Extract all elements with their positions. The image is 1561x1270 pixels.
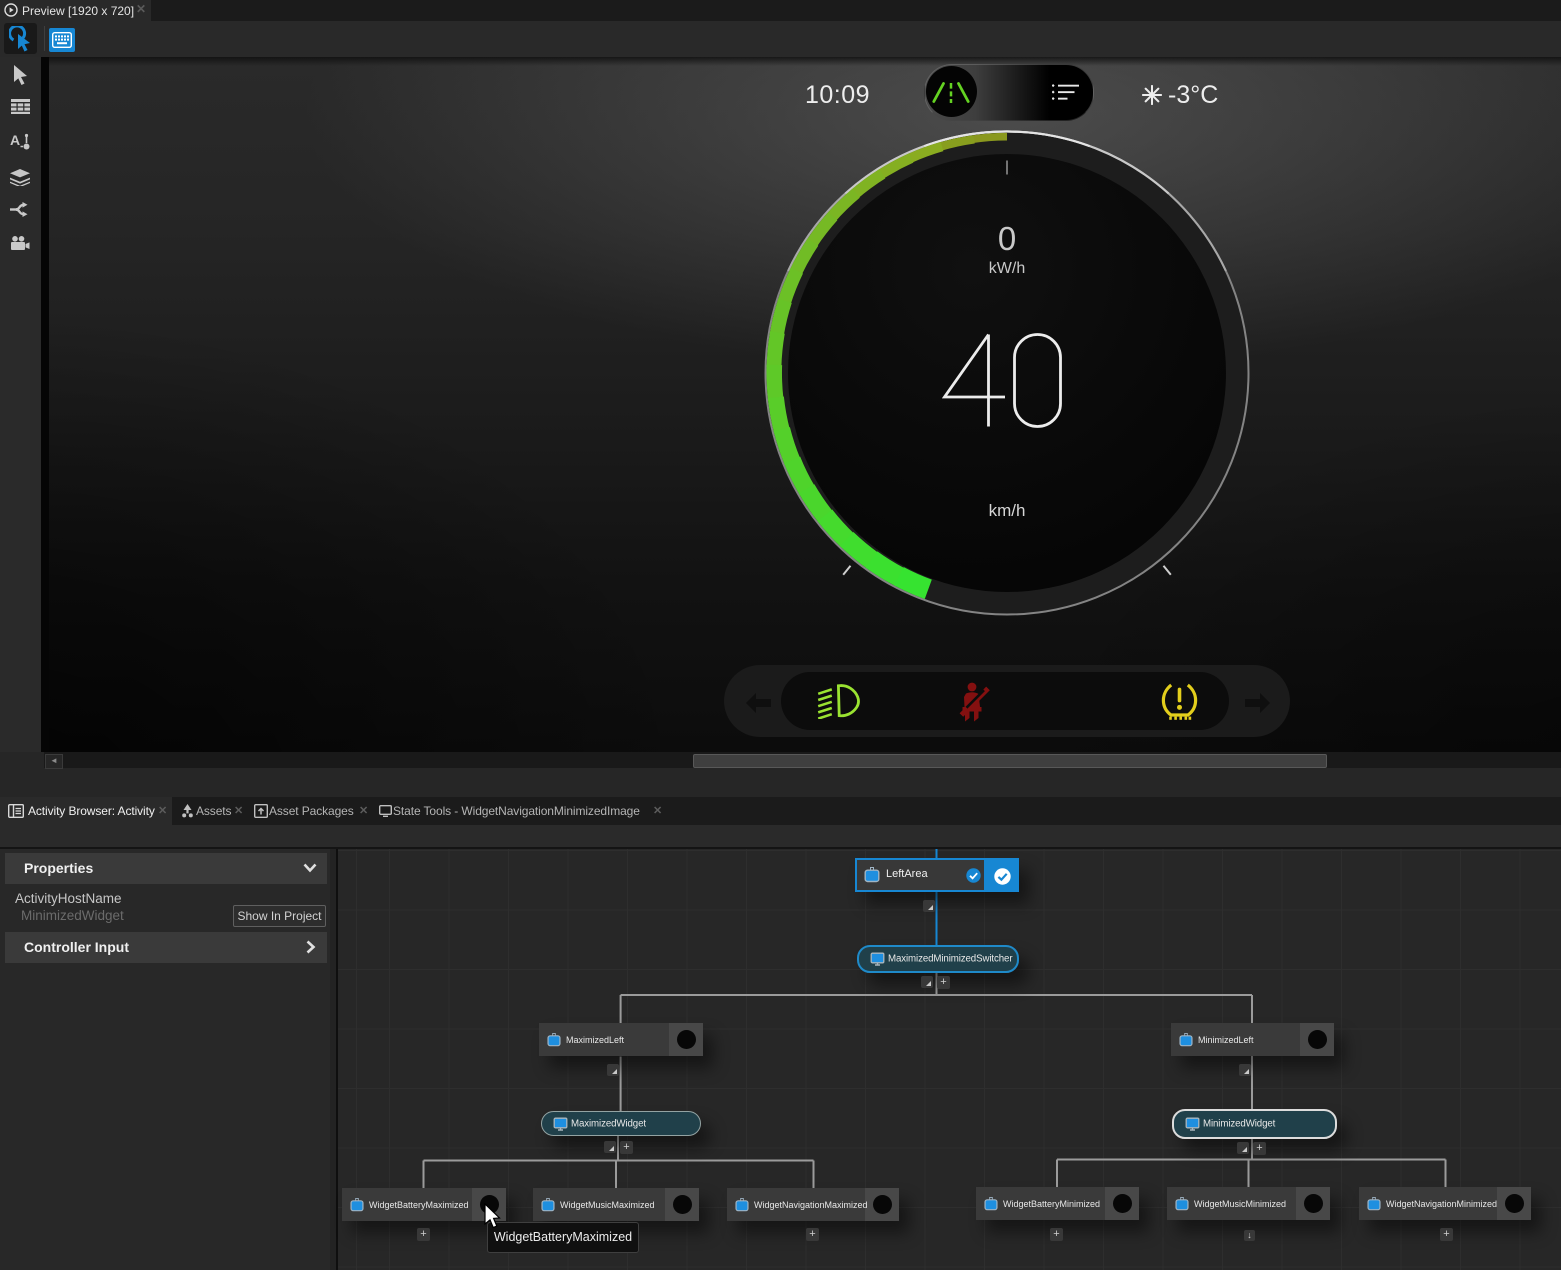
svg-text:A: A bbox=[10, 132, 20, 148]
